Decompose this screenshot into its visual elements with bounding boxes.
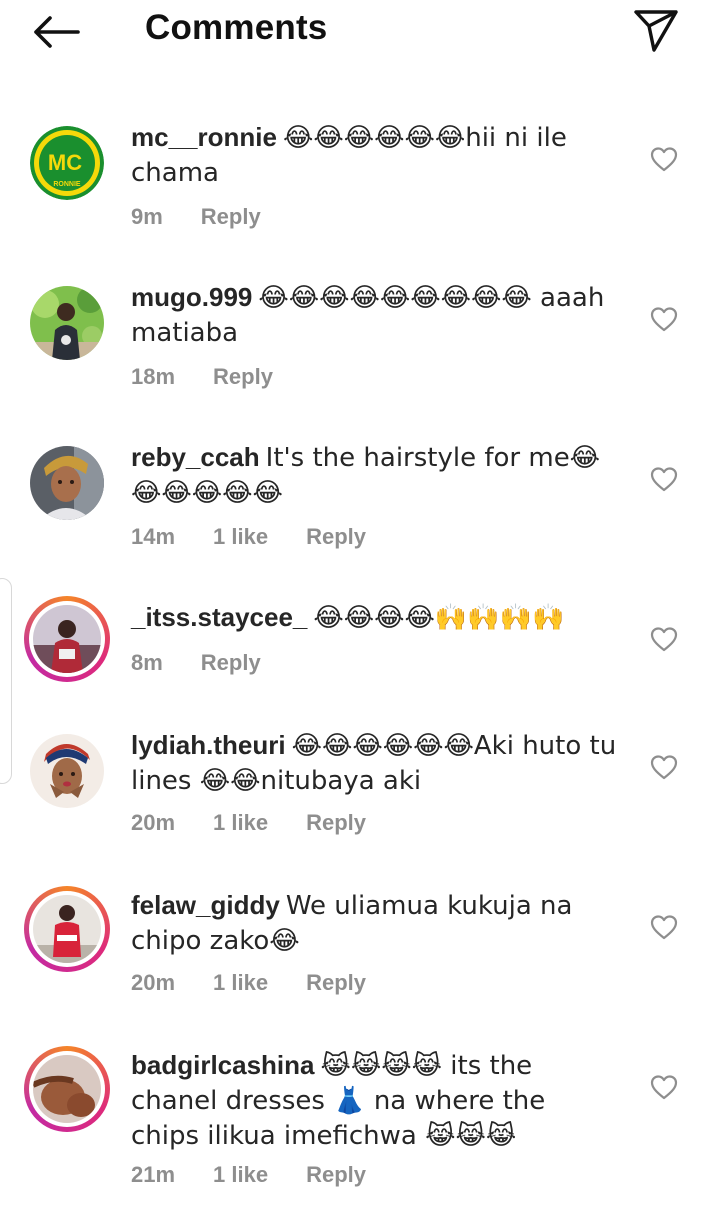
- comment-text: felaw_giddy We uliamua kukuja na chipo za…: [131, 888, 621, 958]
- heart-icon: [650, 627, 678, 652]
- arrow-left-icon: [34, 16, 80, 48]
- comment-time: 9m: [131, 204, 163, 229]
- avatar[interactable]: MC RONNIE: [30, 126, 104, 200]
- profile-photo: [30, 446, 104, 520]
- comment-message: 😂😂😂😂🙌🙌🙌🙌: [313, 603, 565, 633]
- comment-meta: 9m Reply: [131, 204, 299, 230]
- logo-initials: MC: [48, 150, 82, 175]
- like-button[interactable]: [650, 1074, 678, 1100]
- paper-plane-icon: [634, 10, 678, 52]
- comment-username[interactable]: lydiah.theuri: [131, 730, 286, 760]
- comment-meta: 18m Reply: [131, 364, 311, 390]
- comment-time: 14m: [131, 524, 176, 549]
- profile-photo: [33, 1055, 101, 1123]
- comments-header: Comments: [0, 0, 720, 62]
- profile-photo: [33, 605, 101, 673]
- comment-meta: 14m 1 like Reply: [131, 524, 404, 550]
- comment-time: 8m: [131, 650, 163, 675]
- comment-time: 18m: [131, 364, 176, 389]
- comment-time: 20m: [131, 970, 176, 995]
- like-button[interactable]: [650, 754, 678, 780]
- reply-button[interactable]: Reply: [306, 524, 366, 550]
- reply-button[interactable]: Reply: [306, 970, 366, 996]
- comment-username[interactable]: mugo.999: [131, 282, 252, 312]
- profile-photo: [30, 734, 104, 808]
- comment-username[interactable]: mc__ronnie: [131, 122, 277, 152]
- avatar[interactable]: [30, 446, 104, 520]
- avatar-story-ring[interactable]: [24, 886, 110, 972]
- comment-time: 21m: [131, 1162, 176, 1187]
- like-count[interactable]: 1 like: [213, 1162, 268, 1188]
- comment-username[interactable]: badgirlcashina: [131, 1050, 315, 1080]
- comment-text: mugo.999 😂😂😂😂😂😂😂😂😂 aaah matiaba: [131, 280, 621, 350]
- comment-meta: 20m 1 like Reply: [131, 810, 404, 836]
- comment-username[interactable]: _itss.staycee_: [131, 602, 307, 632]
- avatar: [29, 601, 105, 677]
- heart-icon: [650, 1075, 678, 1100]
- avatar: [29, 891, 105, 967]
- comment-text: _itss.staycee_ 😂😂😂😂🙌🙌🙌🙌: [131, 600, 621, 635]
- comment-username[interactable]: felaw_giddy: [131, 890, 280, 920]
- like-button[interactable]: [650, 466, 678, 492]
- like-button[interactable]: [650, 146, 678, 172]
- like-button[interactable]: [650, 626, 678, 652]
- like-count[interactable]: 1 like: [213, 970, 268, 996]
- comment-text: badgirlcashina 😹😹😹😹 its the chanel dresse…: [131, 1048, 621, 1153]
- avatar: [29, 1051, 105, 1127]
- logo-subtext: RONNIE: [53, 181, 81, 188]
- heart-icon: [650, 307, 678, 332]
- comment-username[interactable]: reby_ccah: [131, 442, 260, 472]
- like-button[interactable]: [650, 306, 678, 332]
- reply-button[interactable]: Reply: [306, 1162, 366, 1188]
- avatar-story-ring[interactable]: [24, 596, 110, 682]
- avatar[interactable]: [30, 286, 104, 360]
- heart-icon: [650, 147, 678, 172]
- page-title: Comments: [145, 8, 328, 47]
- profile-photo: [33, 895, 101, 963]
- avatar[interactable]: [30, 734, 104, 808]
- back-button[interactable]: [30, 10, 82, 54]
- comment-text: mc__ronnie 😂😂😂😂😂😂hii ni ile chama: [131, 120, 621, 190]
- comment-meta: 20m 1 like Reply: [131, 970, 404, 996]
- side-panel-handle[interactable]: [0, 578, 12, 784]
- reply-button[interactable]: Reply: [201, 650, 261, 676]
- profile-photo: [30, 286, 104, 360]
- reply-button[interactable]: Reply: [306, 810, 366, 836]
- reply-button[interactable]: Reply: [213, 364, 273, 390]
- heart-icon: [650, 755, 678, 780]
- comment-time: 20m: [131, 810, 176, 835]
- comment-meta: 8m Reply: [131, 650, 299, 676]
- reply-button[interactable]: Reply: [201, 204, 261, 230]
- heart-icon: [650, 915, 678, 940]
- share-button[interactable]: [632, 6, 680, 54]
- like-count[interactable]: 1 like: [213, 810, 268, 836]
- like-button[interactable]: [650, 914, 678, 940]
- heart-icon: [650, 467, 678, 492]
- comment-text: reby_ccah It's the hairstyle for me😂😂😂😂😂😂: [131, 440, 621, 510]
- comment-meta: 21m 1 like Reply: [131, 1162, 404, 1188]
- mc-ronnie-logo: MC RONNIE: [30, 126, 104, 200]
- comment-text: lydiah.theuri 😂😂😂😂😂😂Aki huto tu lines 😂😂n…: [131, 728, 621, 798]
- like-count[interactable]: 1 like: [213, 524, 268, 550]
- avatar-story-ring[interactable]: [24, 1046, 110, 1132]
